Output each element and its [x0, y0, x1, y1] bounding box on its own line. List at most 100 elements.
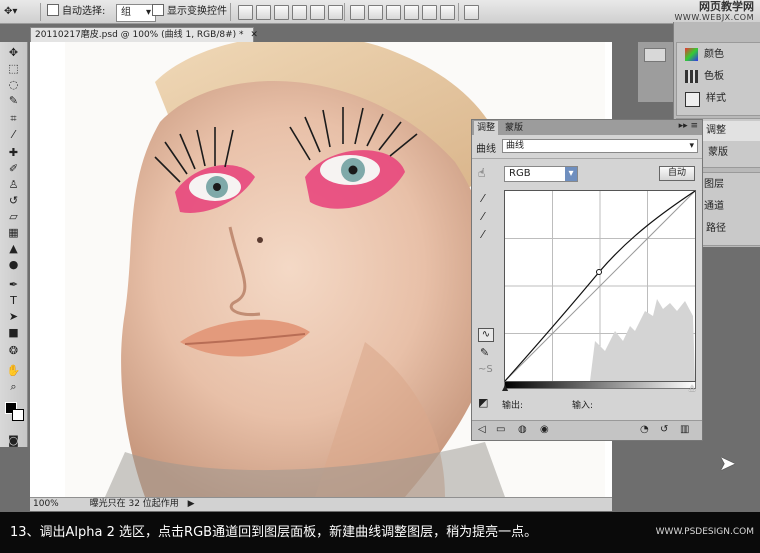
eyedropper-tool-icon[interactable]: ⁄	[6, 128, 21, 141]
panel-tab-bar: 调整 蒙版 ▸▸ ≡	[472, 120, 702, 135]
auto-select-value: 组	[121, 7, 131, 18]
status-arrow-icon[interactable]: ▶	[188, 499, 195, 509]
divider	[472, 158, 702, 159]
dock-item-label: 路径	[706, 223, 726, 234]
quick-select-tool-icon[interactable]: ✎	[6, 94, 21, 107]
tutorial-caption: 13、调出Alpha 2 选区，点击RGB通道回到图层面板，新建曲线调整图层，稍…	[0, 512, 760, 553]
pencil-draw-icon[interactable]: ✎	[480, 346, 489, 359]
show-transform-label: 显示变换控件	[167, 6, 227, 17]
dock-collapse-strip	[638, 42, 673, 102]
align-top-icon[interactable]	[238, 5, 253, 20]
auto-button[interactable]: 自动	[659, 166, 695, 181]
path-select-icon[interactable]: ➤	[6, 310, 21, 323]
history-brush-icon[interactable]: ↺	[6, 194, 21, 207]
input-label: 输入:	[572, 401, 594, 411]
marquee-tool-icon[interactable]: ⬚	[6, 62, 21, 75]
separator	[40, 3, 41, 21]
auto-select-dropdown[interactable]: 组 ▾	[116, 4, 156, 22]
black-point-eyedropper-icon[interactable]: ⁄	[482, 192, 484, 205]
brush-tool-icon[interactable]: ✐	[6, 162, 21, 175]
separator	[230, 3, 231, 21]
align-left-icon[interactable]	[292, 5, 307, 20]
options-bar: ✥▾ 自动选择: 组 ▾ 显示变换控件 网页教学网 WWW.WEBJX.COM	[0, 0, 760, 24]
document-title: 20110217磨皮.psd @ 100% (曲线 1, RGB/8#) *	[35, 30, 244, 40]
channel-dropdown[interactable]: RGB ▾	[504, 166, 578, 182]
show-transform-checkbox[interactable]: 显示变换控件	[152, 4, 227, 20]
align-bottom-icon[interactable]	[274, 5, 289, 20]
dodge-tool-icon[interactable]: ●	[6, 258, 21, 271]
close-tab-icon[interactable]: ✕	[250, 30, 258, 40]
distribute-left-icon[interactable]	[404, 5, 419, 20]
move-tool-icon[interactable]: ✥	[6, 46, 21, 59]
move-tool-preset[interactable]: ✥▾	[4, 4, 17, 20]
distribute-bottom-icon[interactable]	[386, 5, 401, 20]
auto-select-checkbox[interactable]: 自动选择:	[47, 4, 105, 20]
zoom-tool-icon[interactable]: ⌕	[6, 380, 21, 393]
distribute-vcenter-icon[interactable]	[368, 5, 383, 20]
align-hcenter-icon[interactable]	[310, 5, 325, 20]
checkbox-box[interactable]	[47, 4, 59, 16]
white-slider-icon[interactable]: △	[689, 383, 695, 392]
distribute-right-icon[interactable]	[440, 5, 455, 20]
dock-item-label: 通道	[704, 201, 724, 212]
align-right-icon[interactable]	[328, 5, 343, 20]
shape-tool-icon[interactable]: ■	[6, 326, 21, 339]
clipping-icon[interactable]: ◩	[478, 396, 488, 409]
caption-text: 13、调出Alpha 2 选区，点击RGB通道回到图层面板，新建曲线调整图层，稍…	[10, 525, 538, 540]
smooth-curve-icon[interactable]: ~S	[478, 364, 493, 375]
panel-menu-icon[interactable]: ▸▸ ≡	[679, 121, 698, 131]
eraser-tool-icon[interactable]: ▱	[6, 210, 21, 223]
black-slider-icon[interactable]: ▲	[502, 383, 508, 392]
curves-svg	[504, 190, 696, 382]
background-color-swatch[interactable]	[12, 409, 24, 421]
auto-align-layers-icon[interactable]	[464, 5, 479, 20]
curve-control-point[interactable]	[596, 269, 602, 275]
chevron-down-icon: ▾	[689, 141, 694, 151]
hand-tool-icon[interactable]: ✋	[6, 364, 21, 377]
delete-icon[interactable]: ▥	[680, 424, 689, 435]
dock-item-label: 调整	[706, 125, 726, 136]
blur-tool-icon[interactable]: ▲	[6, 242, 21, 255]
curve-edit-icon[interactable]: ∿	[478, 328, 494, 342]
visibility-eye-icon[interactable]: ◉	[540, 424, 549, 435]
clip-layer-icon[interactable]: ◍	[518, 424, 527, 435]
tab-masks[interactable]: 蒙版	[502, 121, 526, 135]
distribute-top-icon[interactable]	[350, 5, 365, 20]
panel-toggle-icon[interactable]	[644, 48, 666, 62]
3d-rotate-icon[interactable]: ❂	[6, 344, 21, 357]
dock-item-label: 色板	[704, 71, 724, 82]
separator	[344, 3, 345, 21]
quick-mask-icon[interactable]: ◙	[6, 434, 21, 447]
curves-graph[interactable]	[504, 190, 696, 382]
back-arrow-icon[interactable]: ◁	[478, 424, 486, 435]
pen-tool-icon[interactable]: ✒	[6, 278, 21, 291]
view-previous-icon[interactable]: ◔	[640, 424, 649, 435]
align-vcenter-icon[interactable]	[256, 5, 271, 20]
target-adjust-icon[interactable]: ☝	[478, 166, 485, 180]
expand-view-icon[interactable]: ▭	[496, 424, 505, 435]
zoom-level[interactable]: 100%	[33, 499, 59, 509]
swatches-icon	[685, 70, 698, 83]
lasso-tool-icon[interactable]: ◌	[6, 78, 21, 91]
preset-dropdown[interactable]: 曲线 ▾	[502, 139, 698, 153]
status-info-text: 曝光只在 32 位起作用	[89, 499, 179, 509]
type-tool-icon[interactable]: T	[6, 294, 21, 307]
document-tab[interactable]: 20110217磨皮.psd @ 100% (曲线 1, RGB/8#) * ✕	[30, 27, 258, 42]
toolbox: ✥ ⬚ ◌ ✎ ⌗ ⁄ ✚ ✐ ♙ ↺ ▱ ▦ ▲ ● ✒ T ➤ ■ ❂ ✋ …	[0, 42, 28, 447]
healing-brush-icon[interactable]: ✚	[6, 146, 21, 159]
crop-tool-icon[interactable]: ⌗	[6, 112, 21, 125]
distribute-hcenter-icon[interactable]	[422, 5, 437, 20]
clone-stamp-icon[interactable]: ♙	[6, 178, 21, 191]
dock-item-styles[interactable]: 样式	[681, 89, 760, 109]
dock-item-swatches[interactable]: 色板	[681, 67, 760, 87]
checkbox-box[interactable]	[152, 4, 164, 16]
dock-item-color[interactable]: 颜色	[681, 45, 760, 65]
watermark-title: 网页教学网	[699, 0, 754, 13]
gradient-tool-icon[interactable]: ▦	[6, 226, 21, 239]
tab-adjustments[interactable]: 调整	[474, 121, 499, 135]
reset-icon[interactable]: ↺	[660, 424, 668, 435]
white-point-eyedropper-icon[interactable]: ⁄	[482, 228, 484, 241]
dock-item-label: 颜色	[704, 49, 724, 60]
gray-point-eyedropper-icon[interactable]: ⁄	[482, 210, 484, 223]
curves-type-label: 曲线	[476, 144, 496, 155]
